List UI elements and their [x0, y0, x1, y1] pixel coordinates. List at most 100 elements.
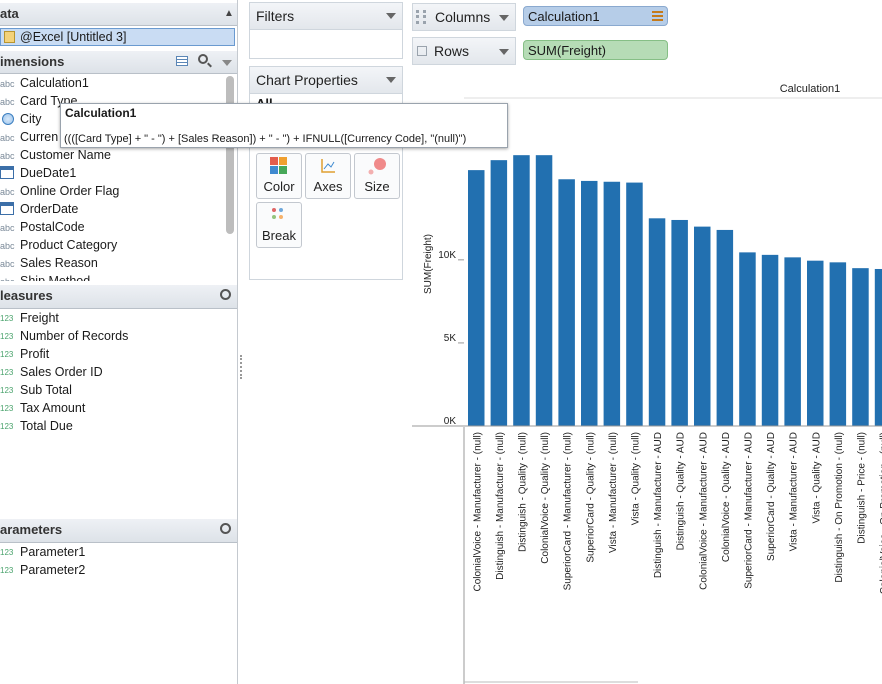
rows-menu-caret[interactable] — [499, 49, 509, 55]
x-category-label: Distinguish - Manufacturer - (null) — [495, 432, 506, 580]
break-button[interactable]: Break — [256, 202, 302, 248]
number-type-icon: 123 — [0, 422, 14, 431]
splitter-grip[interactable] — [240, 355, 244, 379]
bar[interactable] — [490, 160, 508, 426]
bar[interactable] — [694, 226, 711, 426]
field-item[interactable]: abc PostalCode — [0, 218, 237, 236]
number-type-icon: 123 — [0, 368, 14, 377]
field-item[interactable]: abc Calculation1 — [0, 74, 237, 92]
bar[interactable] — [513, 155, 530, 426]
y-axis-title: SUM(Freight) — [423, 234, 434, 294]
field-item[interactable]: DueDate1 — [0, 164, 237, 182]
size-button[interactable]: Size — [354, 153, 400, 199]
axes-label: Axes — [313, 179, 343, 194]
data-source-selector[interactable]: @Excel [Untitled 3] — [0, 28, 235, 46]
field-item[interactable]: 123 Freight — [0, 309, 237, 327]
dimensions-title: imensions — [0, 54, 65, 69]
filters-drop-area[interactable] — [249, 29, 403, 59]
dimensions-menu-caret[interactable] — [222, 60, 232, 66]
number-type-icon: 123 — [0, 548, 14, 557]
string-type-icon: abc — [0, 151, 15, 161]
table-view-icon[interactable] — [176, 56, 188, 66]
bar[interactable] — [558, 179, 575, 426]
columns-grip-icon — [416, 10, 426, 24]
collapse-toggle-icon[interactable]: ▲ — [224, 3, 234, 25]
x-category-label: SuperiorCard - Quality - (null) — [585, 432, 596, 563]
field-item[interactable]: abc Product Category — [0, 236, 237, 254]
bar[interactable] — [626, 182, 643, 426]
number-type-icon: 123 — [0, 386, 14, 395]
field-item[interactable]: 123 Profit — [0, 345, 237, 363]
field-item[interactable]: 123 Parameter1 — [0, 543, 237, 561]
field-item[interactable]: 123 Tax Amount — [0, 399, 237, 417]
calendar-icon — [0, 166, 14, 179]
field-label: DueDate1 — [20, 166, 77, 180]
rows-shelf-label: Rows — [434, 43, 470, 59]
field-item[interactable]: 123 Number of Records — [0, 327, 237, 345]
bar[interactable] — [739, 252, 756, 426]
field-label: Calculation1 — [20, 76, 89, 90]
x-category-label: ColonialVoice - Manufacturer - (null) — [472, 432, 483, 592]
x-category-label: ColonialVoice - Quality - AUD — [721, 432, 732, 562]
dimensions-header: imensions — [0, 51, 237, 74]
field-label: Parameter1 — [20, 545, 86, 559]
data-panel-title: ata — [0, 6, 19, 21]
filters-title: Filters — [256, 8, 295, 24]
field-item[interactable]: abc Customer Name — [0, 146, 237, 164]
field-label: Online Order Flag — [20, 184, 120, 198]
parameters-list: 123 Parameter1 123 Parameter2 — [0, 543, 237, 684]
bar[interactable] — [807, 260, 824, 426]
field-label: Freight — [20, 311, 59, 325]
string-type-icon: abc — [0, 273, 18, 281]
field-item[interactable]: 123 Parameter2 — [0, 561, 237, 579]
search-icon[interactable] — [220, 523, 231, 534]
field-item[interactable]: abcShip Method — [0, 272, 237, 281]
bar-chart: Calculation1 SUM(Freight) 0K 5K 10K Coloni… — [412, 83, 882, 684]
bar[interactable] — [648, 218, 666, 426]
bar[interactable] — [716, 229, 734, 426]
calendar-icon — [0, 202, 14, 215]
string-type-icon: abc — [0, 259, 15, 269]
sort-icon[interactable] — [652, 11, 663, 22]
bar[interactable] — [874, 268, 882, 426]
break-dots-icon — [272, 208, 283, 219]
bar[interactable] — [829, 262, 847, 426]
x-category-label: Distinguish - On Promotion - (null) — [834, 432, 845, 583]
size-label: Size — [364, 179, 390, 194]
excel-datasource-icon — [4, 31, 15, 43]
y-tick-label: 5K — [444, 333, 457, 344]
x-category-label: SuperiorCard - Manufacturer - (null) — [563, 432, 574, 590]
columns-pill-calculation1[interactable]: Calculation1 — [523, 6, 668, 26]
columns-menu-caret[interactable] — [499, 15, 509, 21]
field-item[interactable]: 123 Sales Order ID — [0, 363, 237, 381]
bar[interactable] — [671, 219, 688, 426]
rows-pill-sum-freight[interactable]: SUM(Freight) — [523, 40, 668, 60]
bar[interactable] — [468, 170, 485, 426]
bar[interactable] — [581, 180, 598, 426]
color-button[interactable]: Color — [256, 153, 302, 199]
axes-button[interactable]: Axes — [305, 153, 351, 199]
field-label: Parameter2 — [20, 563, 86, 577]
field-item[interactable]: OrderDate — [0, 200, 237, 218]
tooltip-title: Calculation1 — [65, 106, 137, 120]
bar[interactable] — [761, 254, 779, 426]
bar[interactable] — [852, 268, 869, 426]
field-item[interactable]: abc Online Order Flag — [0, 182, 237, 200]
chart-properties-caret[interactable] — [386, 77, 396, 83]
color-label: Color — [263, 179, 295, 194]
field-item[interactable]: 123 Sub Total — [0, 381, 237, 399]
field-label: Number of Records — [20, 329, 129, 343]
field-item[interactable]: abc Sales Reason — [0, 254, 237, 272]
filters-menu-caret[interactable] — [386, 13, 396, 19]
field-label: Product Category — [20, 238, 118, 252]
search-icon[interactable] — [220, 289, 231, 300]
dimensions-scrollbar[interactable] — [226, 76, 234, 234]
rows-shelf-header: Rows — [412, 37, 516, 65]
bar[interactable] — [784, 257, 801, 426]
y-tick-label: 0K — [444, 416, 457, 427]
field-item[interactable]: 123 Total Due — [0, 417, 237, 435]
bar[interactable] — [603, 181, 621, 426]
y-tick-label: 10K — [438, 250, 456, 261]
bar[interactable] — [535, 155, 553, 426]
columns-shelf-header: Columns — [412, 3, 516, 31]
